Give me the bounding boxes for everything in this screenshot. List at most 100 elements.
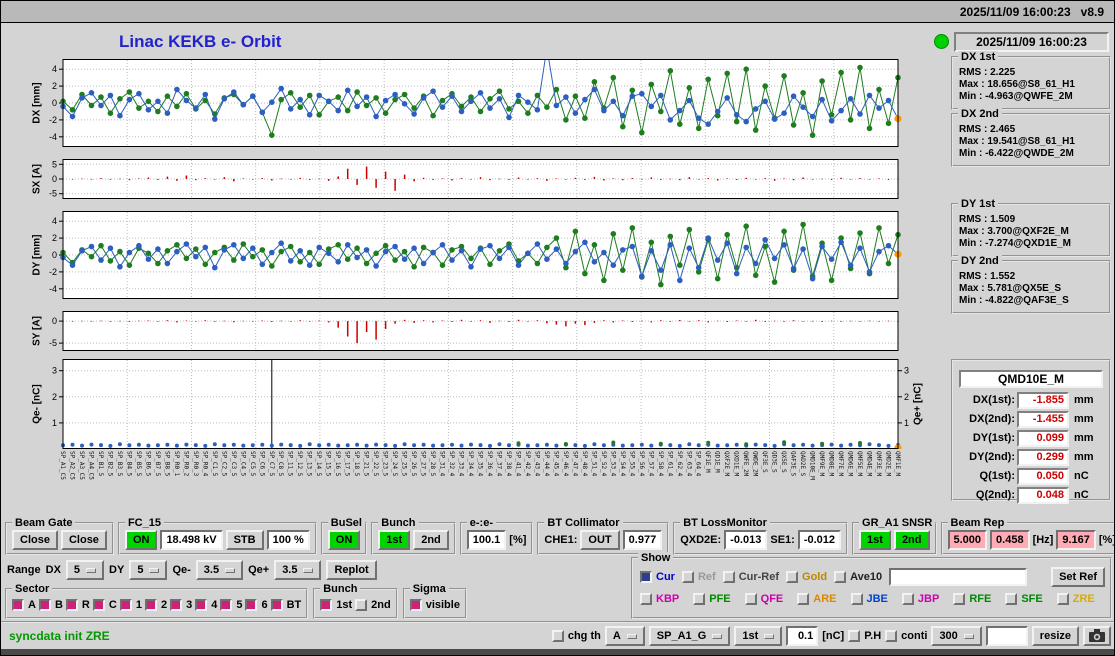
show-cur-checkbox[interactable]: Cur	[640, 571, 675, 583]
conti-checkbox[interactable]: conti	[885, 630, 927, 642]
range-qe-minus-select[interactable]: 3.5	[195, 560, 244, 580]
checkbox-icon	[885, 630, 898, 642]
bunch-1st-button[interactable]: 1st	[378, 529, 411, 550]
show-pfe-checkbox[interactable]: PFE	[693, 593, 731, 605]
sector-checkbox-3[interactable]: 3	[170, 598, 192, 611]
beam-gate-close-button-2[interactable]: Close	[60, 529, 107, 550]
show-jbp-checkbox[interactable]: JBP	[901, 593, 939, 605]
group-title: Sector	[12, 583, 53, 595]
status-bar-controls: chg th A SP_A1_G 1st [nC] P.H conti 300 …	[551, 626, 1111, 646]
range-dy-select[interactable]: 5	[129, 560, 168, 580]
resize-button[interactable]: resize	[1031, 626, 1079, 646]
group-title: Sigma	[409, 583, 449, 595]
snapshot-button[interactable]	[1083, 626, 1111, 646]
checkbox-label: 5	[236, 598, 243, 611]
show-sfe-checkbox[interactable]: SFE	[1005, 593, 1043, 605]
sector-checkbox-2[interactable]: 2	[144, 598, 167, 611]
checkbox-icon	[170, 598, 183, 611]
monitor-value-field: -1.455	[1017, 410, 1069, 428]
checkbox-label: KBP	[656, 593, 680, 605]
ph-checkbox[interactable]: P.H	[848, 630, 881, 642]
dx-orbit-plot[interactable]: 4 2 0 -2 -4	[35, 59, 913, 147]
che1-readout: 0.977	[622, 529, 663, 550]
sector-checkbox-b[interactable]: B	[38, 598, 63, 611]
chg-th-checkbox[interactable]: chg th	[551, 630, 601, 642]
sector-group: Sector A B R C 1 2 3 4 5 6 BT	[5, 583, 309, 619]
monitor-value-label: DY(2nd):	[969, 451, 1015, 463]
ref-file-input[interactable]	[889, 568, 1028, 586]
threshold-input[interactable]	[786, 626, 819, 646]
monitor-value-field: 0.299	[1017, 448, 1069, 466]
bpm-select[interactable]: SP_A1_G	[648, 626, 731, 646]
checkbox-label: QFE	[760, 593, 784, 605]
group-title: Beam Rep	[947, 517, 1008, 529]
set-ref-button[interactable]: Set Ref	[1051, 567, 1105, 587]
checkbox-label: Gold	[802, 571, 828, 583]
dx-axis-label: DX [mm]	[31, 82, 43, 124]
extra-input[interactable]	[985, 626, 1028, 646]
sector-checkbox-4[interactable]: 4	[195, 598, 217, 611]
show-jbe-checkbox[interactable]: JBE	[850, 593, 888, 605]
fc15-on-button[interactable]: ON	[124, 529, 158, 550]
sx-steering-plot[interactable]: 5 0 -5	[35, 159, 913, 199]
svg-text:1: 1	[52, 418, 57, 428]
sector-checkbox-6[interactable]: 6	[245, 598, 268, 611]
replot-button[interactable]: Replot	[326, 560, 377, 580]
range-dx-select[interactable]: 5	[65, 560, 105, 580]
dy-orbit-plot[interactable]: 4 2 0 -2 -4	[35, 211, 913, 299]
titlebar-datetime: 2025/11/09 16:00:23	[959, 5, 1071, 19]
snsr-2nd-button[interactable]: 2nd	[893, 529, 930, 550]
checkbox-label: ARE	[813, 593, 837, 605]
sector-select[interactable]: A	[604, 626, 645, 646]
group-title: e-:e-	[466, 517, 496, 529]
bunch-2nd-checkbox[interactable]: 2nd	[355, 598, 391, 611]
fc15-percent-readout: 100 %	[266, 529, 310, 550]
svg-text:2: 2	[52, 233, 57, 243]
range-label: Range	[7, 564, 41, 576]
stats-panel-title: DX 2nd	[958, 108, 1002, 120]
sector-checkbox-1[interactable]: 1	[119, 598, 142, 611]
option-menu-indicator	[764, 633, 775, 639]
svg-text:-5: -5	[49, 189, 57, 199]
fc15-stb-button[interactable]: STB	[225, 529, 264, 550]
show-ref-checkbox[interactable]: Ref	[681, 571, 716, 583]
show-qfe-checkbox[interactable]: QFE	[744, 593, 784, 605]
show-rfe-checkbox[interactable]: RFE	[953, 593, 991, 605]
bunch-1st-checkbox[interactable]: 1st	[320, 598, 352, 611]
snsr-1st-button[interactable]: 1st	[859, 529, 891, 550]
busel-group: BuSel ON	[320, 517, 368, 555]
show-zre-checkbox[interactable]: ZRE	[1056, 593, 1095, 605]
checkbox-label: visible	[425, 598, 460, 611]
stats-panel-title: DY 2nd	[958, 255, 1002, 267]
charge-plot[interactable]: 3 3 2 2 1 1	[35, 359, 913, 449]
sector-checkbox-a[interactable]: A	[12, 598, 36, 611]
ee-ratio-readout: 100.1	[466, 529, 507, 550]
svg-text:3: 3	[52, 366, 57, 376]
beam-gate-close-button-1[interactable]: Close	[12, 529, 58, 550]
checkbox-label: RFE	[969, 593, 992, 605]
checkbox-label: BT	[286, 598, 302, 611]
range-qe-plus-select[interactable]: 3.5	[274, 560, 322, 580]
show-ave10-checkbox[interactable]: Ave10	[834, 571, 882, 583]
che1-out-button[interactable]: OUT	[580, 529, 620, 550]
sector-checkbox-c[interactable]: C	[92, 598, 117, 611]
show-are-checkbox[interactable]: ARE	[797, 593, 837, 605]
checkbox-label: 2nd	[371, 598, 391, 611]
bunch-2nd-button[interactable]: 2nd	[413, 529, 449, 550]
sector-checkbox-r[interactable]: R	[65, 598, 90, 611]
selected-monitor-panel: QMD10E_M DX(1st): -1.855 mm DX(2nd): -1.…	[951, 359, 1111, 504]
busel-on-button[interactable]: ON	[327, 529, 361, 550]
checkbox-icon	[786, 571, 799, 583]
sector-checkbox-bt[interactable]: BT	[270, 598, 302, 611]
monitor-value-row: DY(1st): 0.099 mm	[957, 429, 1105, 447]
sigma-visible-checkbox[interactable]: visible	[409, 598, 460, 611]
show-cur-ref-checkbox[interactable]: Cur-Ref	[722, 571, 779, 583]
sector-checkbox-5[interactable]: 5	[220, 598, 243, 611]
bunch-select[interactable]: 1st	[734, 626, 783, 646]
points-select[interactable]: 300	[931, 626, 982, 646]
checkbox-label: Ave10	[850, 571, 883, 583]
sy-steering-plot[interactable]: 0 -5	[35, 311, 913, 351]
show-kbp-checkbox[interactable]: KBP	[640, 593, 679, 605]
show-gold-checkbox[interactable]: Gold	[786, 571, 827, 583]
sx-axis-label: SX [A]	[31, 164, 43, 194]
